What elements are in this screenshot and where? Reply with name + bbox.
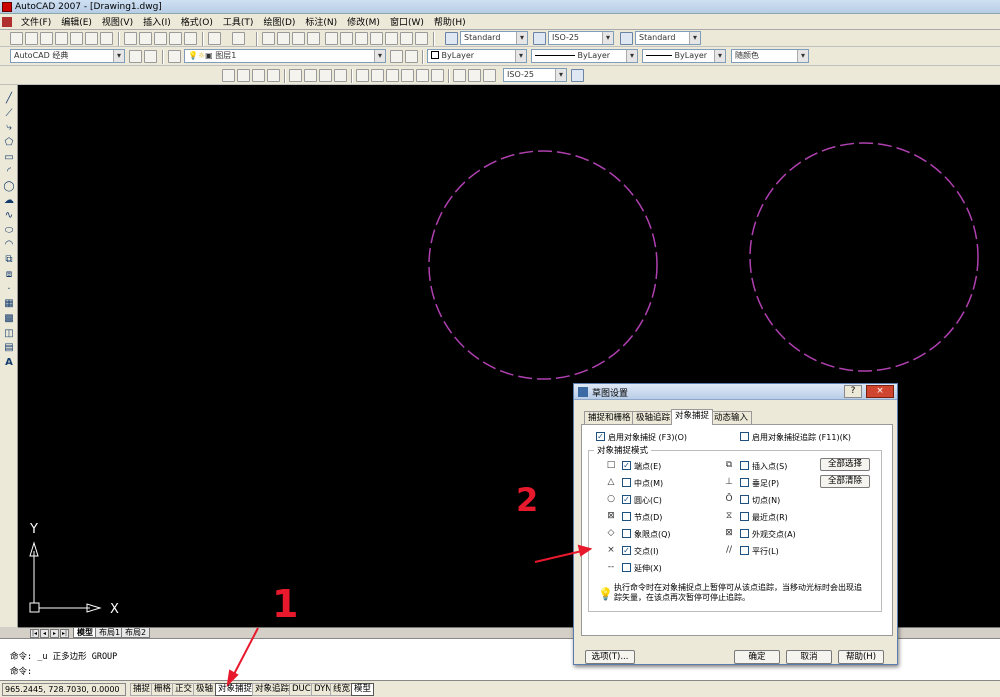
annotation-number-2: 2 <box>516 481 539 519</box>
annotation-overlay <box>226 544 593 687</box>
annotation-number-1: 1 <box>272 582 299 626</box>
tab-object-snap[interactable]: 对象捕捉 <box>671 409 714 425</box>
